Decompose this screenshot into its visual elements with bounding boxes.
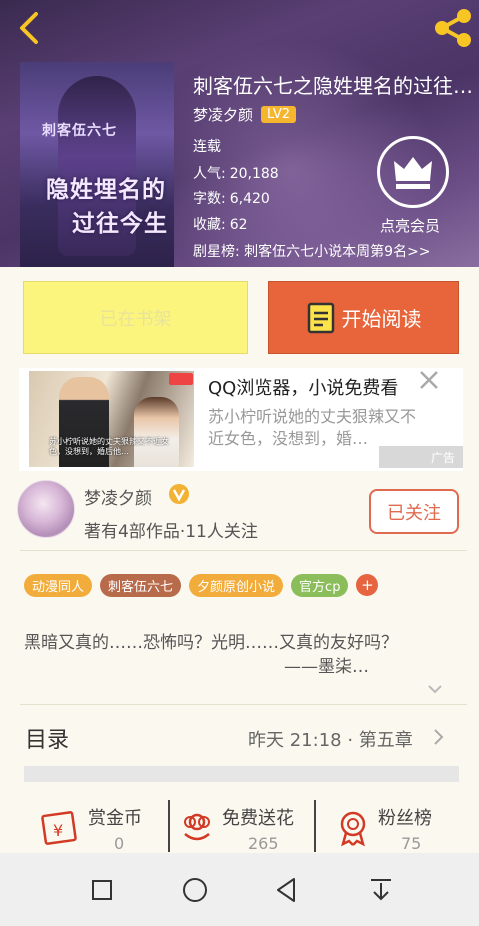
flower-icon [184,813,210,841]
vip-button[interactable] [377,136,449,208]
expand-chevron-down-icon[interactable] [427,683,443,695]
toc-latest-chapter[interactable]: 昨天 21:18 · 第五章 [248,726,413,752]
stat-value: 75 [401,834,422,853]
stat-label: 收藏: [193,217,226,233]
stat-value: 62 [229,217,248,233]
book-author: 梦凌夕颜 [193,105,254,124]
ad-label: 广告 [379,446,463,468]
vip-label[interactable]: 点亮会员 [380,215,440,236]
book-icon [307,302,334,333]
ad-image-tag [169,373,193,385]
stat-value: 265 [248,834,279,853]
divider [20,550,467,551]
divider [20,704,467,705]
serial-status: 连载 [193,139,221,155]
send-flowers-button[interactable]: 免费送花 265 [177,800,312,856]
in-bookshelf-button[interactable]: 已在书架 [23,281,248,354]
svg-text:¥: ¥ [53,821,63,840]
back-nav-icon[interactable] [272,875,302,905]
in-bookshelf-label: 已在书架 [99,308,172,330]
stat-popularity: 人气: 20,188 [193,163,279,183]
divider [168,800,170,852]
cover-title-line1: 隐姓埋名的 [46,177,166,203]
crown-icon [394,157,432,189]
book-header: 刺客伍六七 隐姓埋名的 过往今生 刺客伍六七之隐姓埋名的过往… 梦凌夕颜 LV2… [0,0,479,267]
fan-ranking-button[interactable]: 粉丝榜 75 [333,800,453,856]
author-avatar[interactable] [17,480,75,538]
cover-title-line2: 过往今生 [72,211,168,237]
follow-button[interactable]: 已关注 [369,489,459,534]
medal-icon [340,811,366,847]
chevron-right-icon[interactable] [432,728,444,746]
add-tag-button[interactable]: + [356,574,379,596]
close-icon [420,371,438,389]
rank-link[interactable]: 剧星榜: 刺客伍六七小说本周第9名>> [193,241,431,261]
stat-favorites: 收藏: 62 [193,214,248,234]
book-description-signature: ——墨柒… [284,657,369,677]
book-cover[interactable]: 刺客伍六七 隐姓埋名的 过往今生 [20,62,174,267]
book-title: 刺客伍六七之隐姓埋名的过往… [193,74,473,98]
system-nav-bar [0,853,479,926]
tag-item[interactable]: 夕颜原创小说 [189,574,284,597]
ad-description[interactable]: 苏小柠听说她的丈夫狠辣又不近女色，没想到，婚… [208,406,430,450]
ad-image-caption: 苏小柠听说她的丈夫狠辣又不近女色，没想到，婚后他… [49,437,169,456]
share-icon [435,9,471,47]
back-button[interactable] [14,10,46,46]
start-reading-label: 开始阅读 [341,307,422,331]
stat-label: 字数: [193,191,226,207]
stat-value: 0 [114,834,125,853]
stat-label: 人气: [193,166,226,182]
stat-value: 6,420 [229,191,270,207]
author-name[interactable]: 梦凌夕颜 [84,484,152,509]
stat-word-count: 字数: 6,420 [193,188,270,208]
author-stats: 著有4部作品·11人关注 [84,522,258,542]
stat-value: 20,188 [229,166,279,182]
toc-label[interactable]: 目录 [25,722,69,754]
notification-pulldown-icon[interactable] [366,875,396,905]
ad-title[interactable]: QQ浏览器，小说免费看 [208,374,398,400]
ad-banner[interactable]: 苏小柠听说她的丈夫狠辣又不近女色，没想到，婚后他… QQ浏览器，小说免费看 苏小… [19,368,463,471]
stat-label: 粉丝榜 [378,808,432,829]
start-reading-button[interactable]: 开始阅读 [268,281,459,354]
ad-close-button[interactable] [417,368,441,392]
divider [314,800,316,852]
home-icon[interactable] [180,875,210,905]
recent-apps-icon[interactable] [87,875,117,905]
stat-label: 赏金币 [88,808,142,829]
book-author-row[interactable]: 梦凌夕颜 LV2 [193,102,296,126]
cover-series-text: 刺客伍六七 [42,123,117,139]
tag-item[interactable]: 官方cp [291,574,349,597]
tag-list: 动漫同人 刺客伍六七 夕颜原创小说 官方cp + [24,574,379,597]
verified-icon [169,484,189,504]
level-badge: LV2 [261,105,296,123]
share-button[interactable] [432,8,474,48]
chevron-left-icon [20,12,38,44]
red-envelope-icon: ¥ [41,811,77,845]
tag-item[interactable]: 刺客伍六七 [100,574,182,597]
ad-image[interactable]: 苏小柠听说她的丈夫狠辣又不近女色，没想到，婚后他… [29,371,194,467]
book-description: 黑暗又真的……恐怖吗？光明……又真的友好吗？ [24,633,398,653]
section-separator [24,766,459,782]
reward-coins-button[interactable]: ¥ 赏金币 0 [40,800,170,856]
tag-item[interactable]: 动漫同人 [24,574,93,597]
stat-label: 免费送花 [222,808,294,829]
